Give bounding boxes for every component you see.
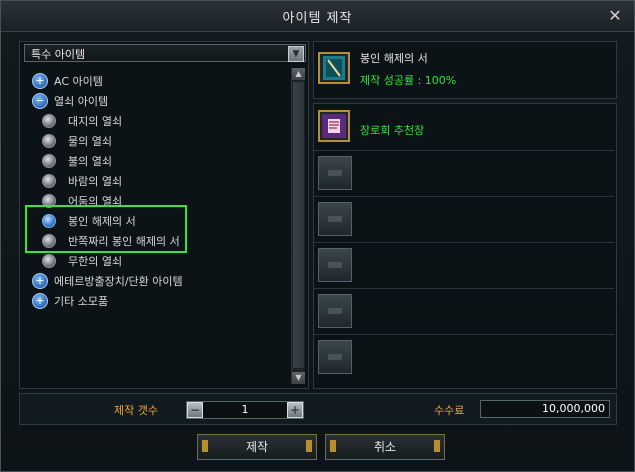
category-dropdown[interactable]: 특수 아이템 ▼: [24, 44, 306, 62]
cancel-button[interactable]: 취소: [325, 434, 445, 460]
quantity-stepper[interactable]: − 1 +: [186, 401, 304, 419]
tree-item-label: 불의 열쇠: [68, 155, 112, 168]
divider: [314, 150, 614, 151]
material-icon[interactable]: [318, 110, 350, 142]
divider: [314, 288, 614, 289]
tree-item-key-items[interactable]: − 열쇠 아이템: [32, 91, 108, 111]
fee-label: 수수료: [434, 404, 465, 417]
tree-item-label: 물의 열쇠: [68, 135, 112, 148]
highlight-box: [25, 205, 187, 253]
tree-scrollbar[interactable]: ▲ ▼: [291, 68, 305, 384]
chevron-down-icon[interactable]: ▼: [288, 46, 304, 62]
tree-item-ether-emitter[interactable]: + 에테르방출장치/단환 아이템: [32, 271, 183, 291]
expand-icon[interactable]: +: [32, 73, 48, 89]
collapse-icon[interactable]: −: [32, 93, 48, 109]
empty-slot[interactable]: [318, 248, 352, 282]
divider: [314, 334, 614, 335]
tree-item-misc-consumables[interactable]: + 기타 소모품: [32, 291, 108, 311]
tree-item-label: 기타 소모품: [54, 295, 109, 308]
tree-item-fire-key[interactable]: 불의 열쇠: [42, 151, 112, 171]
result-box: 봉인 해제의 서 제작 성공률 : 100%: [313, 41, 617, 99]
radio-icon[interactable]: [42, 114, 56, 128]
tree-item-label: 열쇠 아이템: [54, 95, 109, 108]
tree-item-water-key[interactable]: 물의 열쇠: [42, 131, 112, 151]
result-item-name: 봉인 해제의 서: [360, 52, 428, 65]
category-dropdown-value: 특수 아이템: [31, 48, 86, 61]
expand-icon[interactable]: +: [32, 293, 48, 309]
result-item-icon[interactable]: [318, 52, 350, 84]
close-icon[interactable]: ✕: [606, 7, 624, 25]
fee-value: 10,000,000: [542, 402, 605, 415]
tree-item-label: 에테르방출장치/단환 아이템: [54, 275, 183, 288]
tree-item-infinite-key[interactable]: 무한의 열쇠: [42, 251, 122, 271]
empty-slot[interactable]: [318, 156, 352, 190]
divider: [314, 242, 614, 243]
fee-field: 10,000,000: [480, 400, 610, 418]
empty-slot[interactable]: [318, 202, 352, 236]
result-panel: 봉인 해제의 서 제작 성공률 : 100% 장로회 추천장: [313, 41, 617, 389]
tree-item-label: 바람의 열쇠: [68, 175, 123, 188]
materials-list: 장로회 추천장: [313, 103, 617, 389]
tree-item-ac-items[interactable]: + AC 아이템: [32, 71, 103, 91]
title-bar[interactable]: 아이템 제작 ✕: [1, 1, 634, 32]
material-name: 장로회 추천장: [360, 124, 425, 137]
tree-item-label: AC 아이템: [54, 75, 103, 88]
radio-icon[interactable]: [42, 254, 56, 268]
radio-icon[interactable]: [42, 174, 56, 188]
tree-item-label: 대지의 열쇠: [68, 115, 123, 128]
empty-slot[interactable]: [318, 294, 352, 328]
quantity-label: 제작 갯수: [114, 404, 158, 417]
tree-item-label: 무한의 열쇠: [68, 255, 123, 268]
scroll-thumb[interactable]: [293, 82, 304, 368]
empty-slot[interactable]: [318, 340, 352, 374]
scroll-up-icon[interactable]: ▲: [292, 68, 305, 80]
craft-button[interactable]: 제작: [197, 434, 317, 460]
tree-item-earth-key[interactable]: 대지의 열쇠: [42, 111, 122, 131]
window-title: 아이템 제작: [282, 11, 353, 26]
scroll-down-icon[interactable]: ▼: [292, 372, 305, 384]
craft-window: 아이템 제작 ✕ 특수 아이템 ▼ + AC 아이템 − 열쇠 아이템 대지의 …: [0, 0, 635, 472]
expand-icon[interactable]: +: [32, 273, 48, 289]
craft-controls: 제작 갯수 − 1 + 수수료 10,000,000: [19, 393, 617, 425]
radio-icon[interactable]: [42, 154, 56, 168]
plus-icon[interactable]: +: [287, 402, 303, 418]
radio-icon[interactable]: [42, 134, 56, 148]
success-rate: 제작 성공률 : 100%: [360, 74, 457, 87]
divider: [314, 196, 614, 197]
quantity-value[interactable]: 1: [207, 403, 283, 416]
minus-icon[interactable]: −: [187, 402, 203, 418]
tree-item-wind-key[interactable]: 바람의 열쇠: [42, 171, 122, 191]
